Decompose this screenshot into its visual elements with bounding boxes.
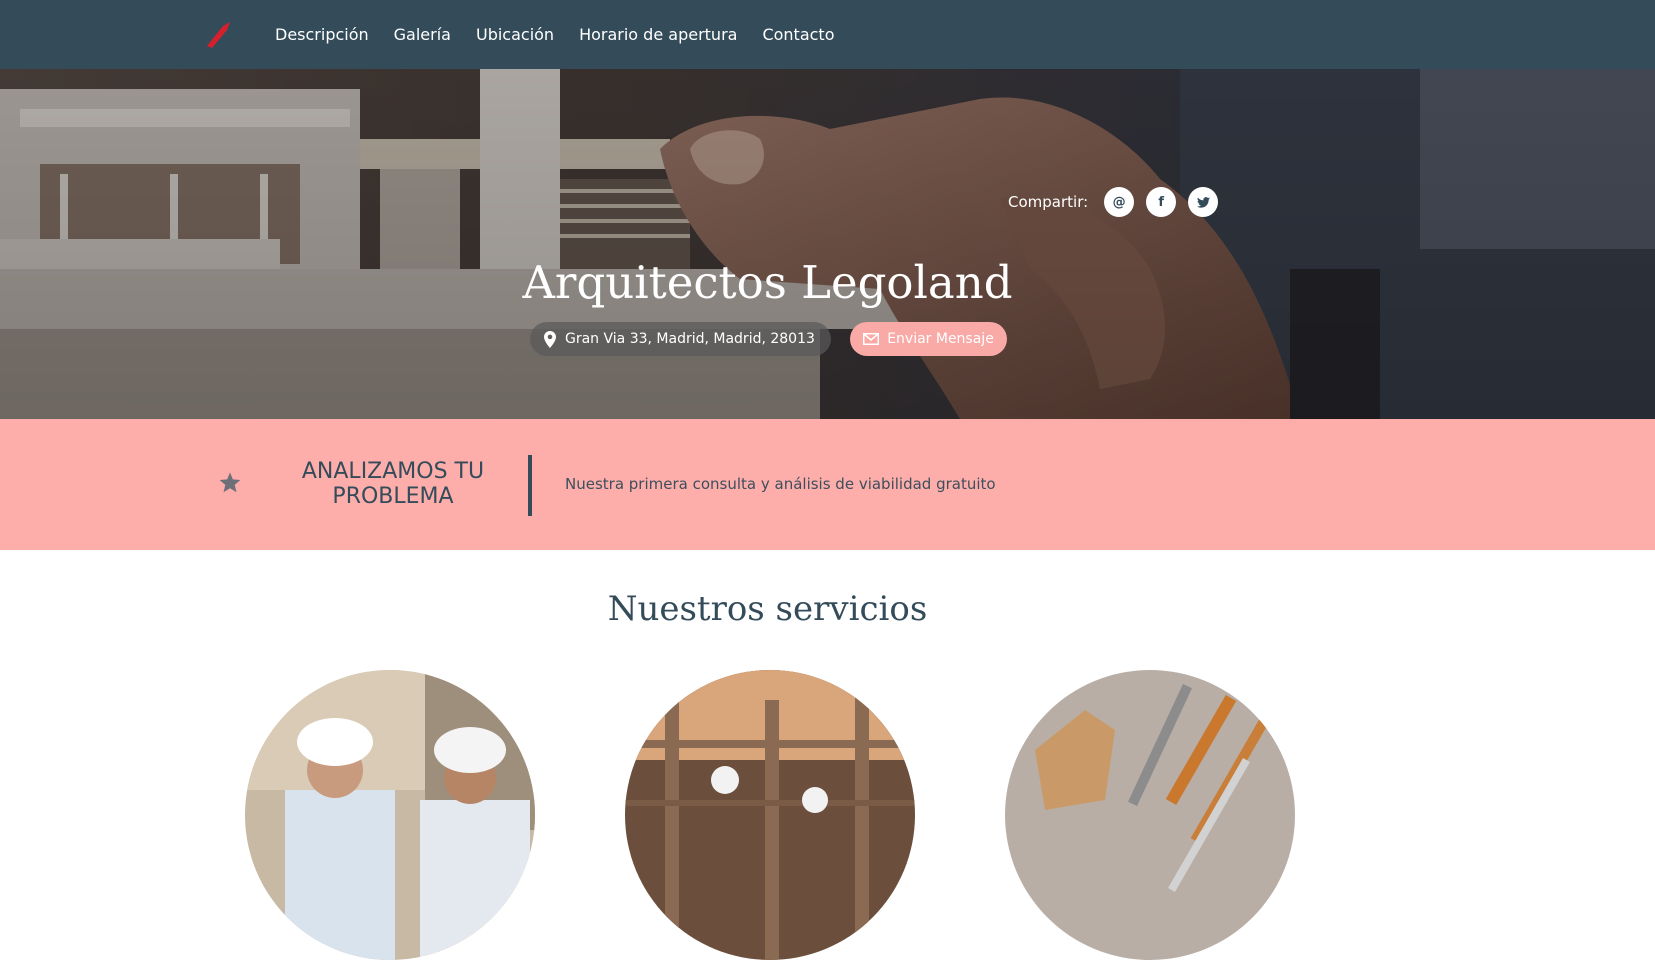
construction-photo bbox=[625, 670, 915, 960]
envelope-icon bbox=[863, 333, 880, 345]
hero-background-image bbox=[0, 69, 1655, 419]
address-text: Gran Via 33, Madrid, Madrid, 28013 bbox=[565, 331, 815, 347]
tools-photo bbox=[1005, 670, 1295, 960]
promo-text: Nuestra primera consulta y análisis de v… bbox=[565, 475, 996, 493]
at-icon: @ bbox=[1112, 194, 1126, 210]
twitter-icon bbox=[1196, 196, 1210, 208]
top-navbar: Descripción Galería Ubicación Horario de… bbox=[0, 0, 1655, 69]
hero-banner: Compartir: @ f Arquitectos Legoland bbox=[0, 69, 1655, 419]
services-title: Nuestros servicios bbox=[607, 589, 928, 629]
address-badge[interactable]: Gran Via 33, Madrid, Madrid, 28013 bbox=[530, 322, 831, 356]
share-bar: Compartir: @ f bbox=[1008, 186, 1219, 218]
engineers-photo bbox=[245, 670, 535, 960]
service-image-construction[interactable] bbox=[625, 670, 915, 960]
service-image-tools[interactable] bbox=[1005, 670, 1295, 960]
share-label: Compartir: bbox=[1008, 193, 1089, 211]
twitter-share-button[interactable] bbox=[1188, 187, 1219, 217]
service-image-engineers[interactable] bbox=[245, 670, 535, 960]
nav-item-ubicacion[interactable]: Ubicación bbox=[476, 25, 554, 44]
promo-divider bbox=[528, 455, 532, 516]
send-message-label: Enviar Mensaje bbox=[887, 331, 994, 347]
promo-title: ANALIZAMOS TU PROBLEMA bbox=[301, 459, 485, 509]
nav-item-horario[interactable]: Horario de apertura bbox=[579, 25, 737, 44]
logo-icon[interactable] bbox=[203, 20, 233, 50]
nav-item-descripcion[interactable]: Descripción bbox=[275, 25, 369, 44]
facebook-icon: f bbox=[1158, 194, 1164, 210]
star-icon bbox=[219, 472, 241, 493]
email-share-button[interactable]: @ bbox=[1104, 187, 1135, 217]
business-title: Arquitectos Legoland bbox=[522, 256, 1013, 309]
send-message-button[interactable]: Enviar Mensaje bbox=[850, 322, 1007, 356]
nav-menu: Descripción Galería Ubicación Horario de… bbox=[275, 0, 835, 69]
nav-item-contacto[interactable]: Contacto bbox=[762, 25, 834, 44]
map-pin-icon bbox=[544, 330, 556, 348]
facebook-share-button[interactable]: f bbox=[1146, 187, 1177, 217]
nav-item-galeria[interactable]: Galería bbox=[394, 25, 451, 44]
promo-band: ANALIZAMOS TU PROBLEMA Nuestra primera c… bbox=[0, 419, 1655, 550]
